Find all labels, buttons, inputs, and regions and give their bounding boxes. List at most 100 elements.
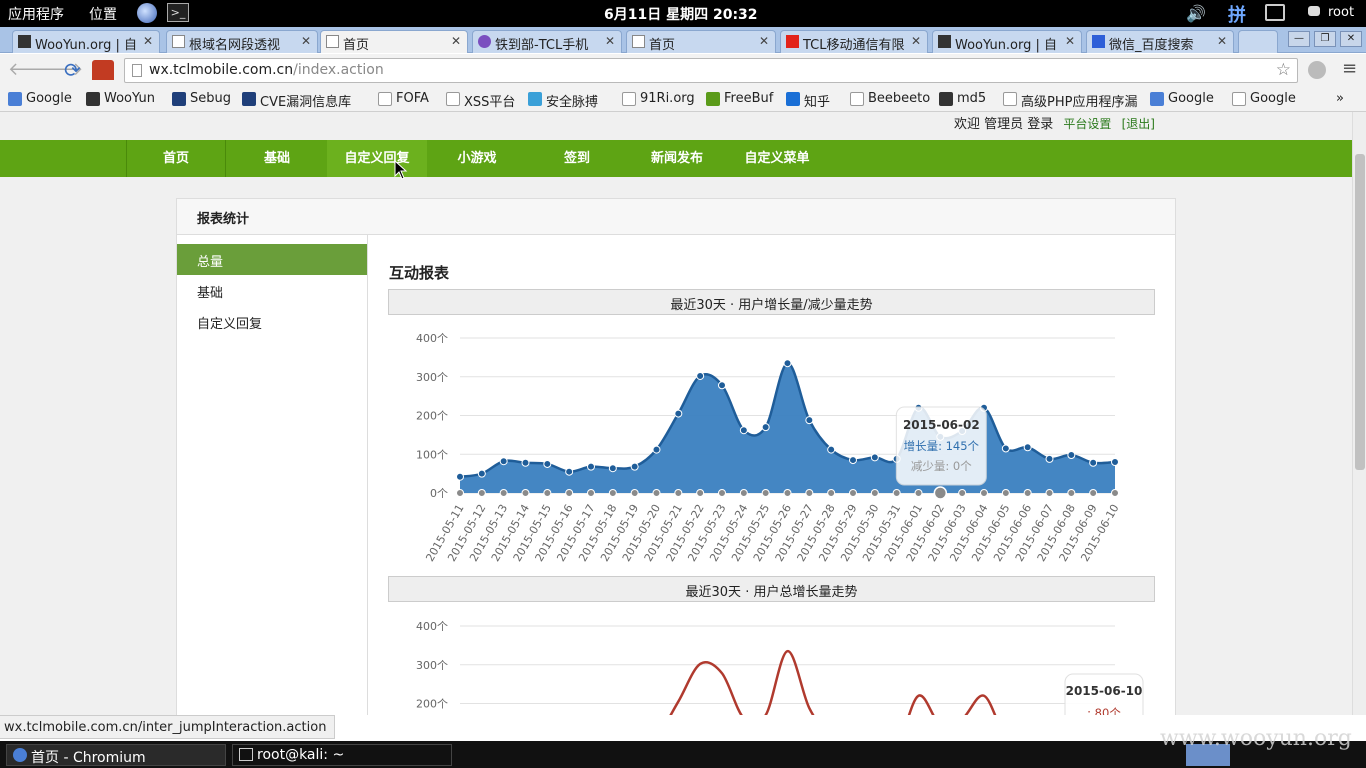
nav-home[interactable]: 首页 — [126, 140, 226, 177]
bookmark-item[interactable]: FreeBuf — [706, 91, 773, 106]
scrollbar-thumb[interactable] — [1355, 154, 1365, 470]
clock[interactable]: 6月11日 星期四 20:32 — [604, 4, 758, 24]
tab-wooyun-1[interactable]: WooYun.org | 自 ✕ — [12, 30, 160, 53]
nav-divider — [225, 140, 226, 177]
bookmark-star-icon[interactable]: ☆ — [1276, 60, 1291, 80]
reload-icon[interactable]: ⟳ — [64, 58, 81, 82]
bookmark-label: Beebeeto — [868, 91, 931, 106]
y-tick-label: 300个 — [416, 371, 448, 384]
bookmark-item[interactable]: Google — [1232, 91, 1296, 106]
close-tab-icon[interactable]: ✕ — [911, 34, 921, 48]
volume-icon[interactable]: 🔊 — [1186, 4, 1206, 23]
welcome-text: 欢迎 管理员 登录 — [954, 117, 1054, 132]
total-growth-line — [669, 649, 997, 715]
nav-custom-reply[interactable]: 自定义回复 — [327, 140, 427, 177]
bookmark-item[interactable]: 安全脉搏 — [528, 91, 598, 110]
growth-point — [630, 462, 639, 471]
user-menu[interactable]: root — [1328, 5, 1354, 20]
sidebar-item-custom-reply[interactable]: 自定义回复 — [177, 306, 367, 337]
task-chromium[interactable]: 首页 - Chromium — [6, 744, 226, 766]
bookmark-label: 知乎 — [804, 95, 831, 110]
applications-menu[interactable]: 应用程序 — [8, 4, 64, 24]
chat-icon[interactable] — [1308, 6, 1320, 16]
close-tab-icon[interactable]: ✕ — [605, 34, 615, 48]
report-sidebar: 总量 基础 自定义回复 — [177, 235, 368, 715]
network-icon[interactable] — [1265, 4, 1285, 21]
maximize-icon[interactable]: ❐ — [1314, 31, 1336, 47]
task-terminal[interactable]: root@kali: ~ — [232, 744, 452, 766]
bookmark-label: CVE漏洞信息库 — [260, 95, 352, 110]
bookmark-item[interactable]: Beebeeto — [850, 91, 930, 106]
y-tick-label: 100个 — [416, 448, 448, 461]
home-icon[interactable] — [92, 60, 114, 80]
bookmark-label: XSS平台 — [464, 95, 516, 110]
tcl-favicon-icon — [786, 35, 799, 48]
new-tab-button[interactable] — [1238, 30, 1278, 53]
decrease-point — [761, 489, 770, 497]
tab-home-active[interactable]: 首页 ✕ — [320, 30, 468, 53]
bookmark-item[interactable]: 91Ri.org — [622, 91, 695, 106]
nav-checkin[interactable]: 签到 — [527, 140, 627, 177]
bookmark-icon — [446, 92, 460, 106]
tab-weixin-baidu[interactable]: 微信_百度搜索 ✕ — [1086, 30, 1234, 53]
close-tab-icon[interactable]: ✕ — [301, 34, 311, 48]
decrease-point — [477, 489, 486, 497]
close-tab-icon[interactable]: ✕ — [759, 34, 769, 48]
close-tab-icon[interactable]: ✕ — [1217, 34, 1227, 48]
tab-home-2[interactable]: 首页 ✕ — [626, 30, 776, 53]
logout-link[interactable]: [退出] — [1122, 117, 1155, 131]
bookmark-item[interactable]: CVE漏洞信息库 — [242, 91, 351, 110]
page-scrollbar[interactable] — [1352, 112, 1366, 715]
tab-tcl-phone[interactable]: 铁到部-TCL手机 ✕ — [472, 30, 622, 53]
close-tab-icon[interactable]: ✕ — [143, 34, 153, 48]
bookmark-item[interactable]: XSS平台 — [446, 91, 515, 110]
close-window-icon[interactable]: ✕ — [1340, 31, 1362, 47]
bookmark-item[interactable]: 知乎 — [786, 91, 830, 110]
growth-point — [1001, 444, 1010, 453]
tab-root-domain[interactable]: 根域名网段透视 ✕ — [166, 30, 318, 53]
decrease-point — [565, 489, 574, 497]
bookmark-item[interactable]: WooYun — [86, 91, 155, 106]
growth-point — [477, 469, 486, 478]
decrease-point — [980, 489, 988, 497]
login-info: 欢迎 管理员 登录 平台设置 [退出] — [954, 113, 1155, 132]
extension-icon[interactable] — [1308, 61, 1326, 79]
more-bookmarks-icon[interactable]: » — [1336, 91, 1344, 106]
total-growth-line-chart[interactable]: 200个 300个 400个 2015-06-10: 80个 — [388, 609, 1168, 715]
decrease-point — [543, 489, 552, 497]
tab-wooyun-2[interactable]: WooYun.org | 自 ✕ — [932, 30, 1082, 53]
platform-settings-link[interactable]: 平台设置 — [1063, 117, 1111, 131]
decrease-point — [608, 489, 617, 497]
mouse-cursor-icon — [394, 160, 408, 180]
browser-launcher-icon[interactable] — [137, 3, 157, 23]
bookmark-item[interactable]: md5 — [939, 91, 986, 106]
sidebar-item-total[interactable]: 总量 — [177, 244, 367, 275]
menu-icon[interactable]: ≡ — [1342, 58, 1357, 79]
y-tick-label: 200个 — [416, 698, 448, 711]
nav-basic[interactable]: 基础 — [227, 140, 327, 177]
places-menu[interactable]: 位置 — [89, 4, 117, 24]
terminal-launcher-icon[interactable]: >_ — [167, 3, 189, 22]
y-tick-label: 0个 — [430, 487, 448, 500]
tab-title: 铁到部-TCL手机 — [495, 38, 589, 53]
bookmark-item[interactable]: Sebug — [172, 91, 231, 106]
tab-tcl-mobile[interactable]: TCL移动通信有限 ✕ — [780, 30, 928, 53]
bookmark-item[interactable]: FOFA — [378, 91, 429, 106]
bookmark-item[interactable]: Google — [1150, 91, 1214, 106]
nav-games[interactable]: 小游戏 — [427, 140, 527, 177]
growth-area-chart[interactable]: 0个100个200个300个400个2015-05-112015-05-1220… — [388, 321, 1168, 573]
tab-title: WooYun.org | 自 — [35, 38, 138, 53]
nav-news[interactable]: 新闻发布 — [627, 140, 727, 177]
sidebar-item-basic[interactable]: 基础 — [177, 275, 367, 306]
close-tab-icon[interactable]: ✕ — [1065, 34, 1075, 48]
minimize-icon[interactable]: — — [1288, 31, 1310, 47]
bookmark-item[interactable]: 高级PHP应用程序漏 — [1003, 91, 1137, 110]
address-bar[interactable]: wx.tclmobile.com.cn/index.action ☆ — [124, 58, 1298, 83]
bookmark-item[interactable]: Google — [8, 91, 72, 106]
nav-custom-menu[interactable]: 自定义菜单 — [727, 140, 827, 177]
decrease-point — [805, 489, 814, 497]
baidu-favicon-icon — [1092, 35, 1105, 48]
watermark: www.wooyun.org — [1160, 726, 1352, 751]
input-method-icon[interactable]: 拼 — [1228, 1, 1246, 27]
close-tab-icon[interactable]: ✕ — [451, 34, 461, 48]
